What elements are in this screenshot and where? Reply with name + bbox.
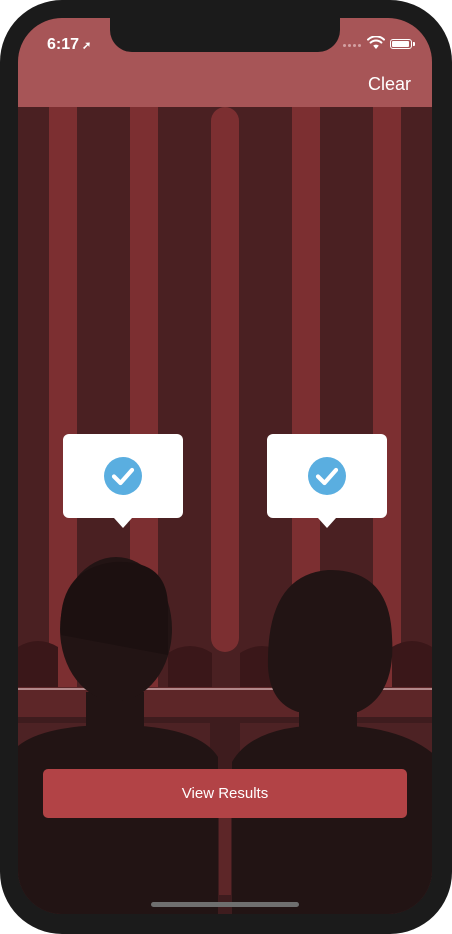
seat-selection-bubble-left[interactable] (63, 434, 183, 528)
clear-button[interactable]: Clear (368, 74, 411, 95)
phone-frame: 6:17 ➚ Clear View Results (0, 0, 452, 934)
notch (110, 18, 340, 52)
location-arrow-icon: ➚ (82, 40, 92, 52)
check-circle-icon (104, 457, 142, 495)
battery-icon (390, 39, 412, 49)
check-circle-icon (308, 457, 346, 495)
status-time: 6:17 ➚ (47, 36, 91, 54)
view-results-button[interactable]: View Results (43, 769, 407, 818)
cellular-signal-icon (343, 44, 361, 47)
wifi-icon (367, 36, 385, 49)
seat-selection-bubble-right[interactable] (267, 434, 387, 528)
home-indicator[interactable] (151, 902, 299, 907)
battery-tip (413, 42, 415, 46)
curtain-stripe (211, 107, 239, 652)
status-time-text: 6:17 (47, 36, 80, 53)
screen: 6:17 ➚ Clear View Results (18, 18, 432, 914)
